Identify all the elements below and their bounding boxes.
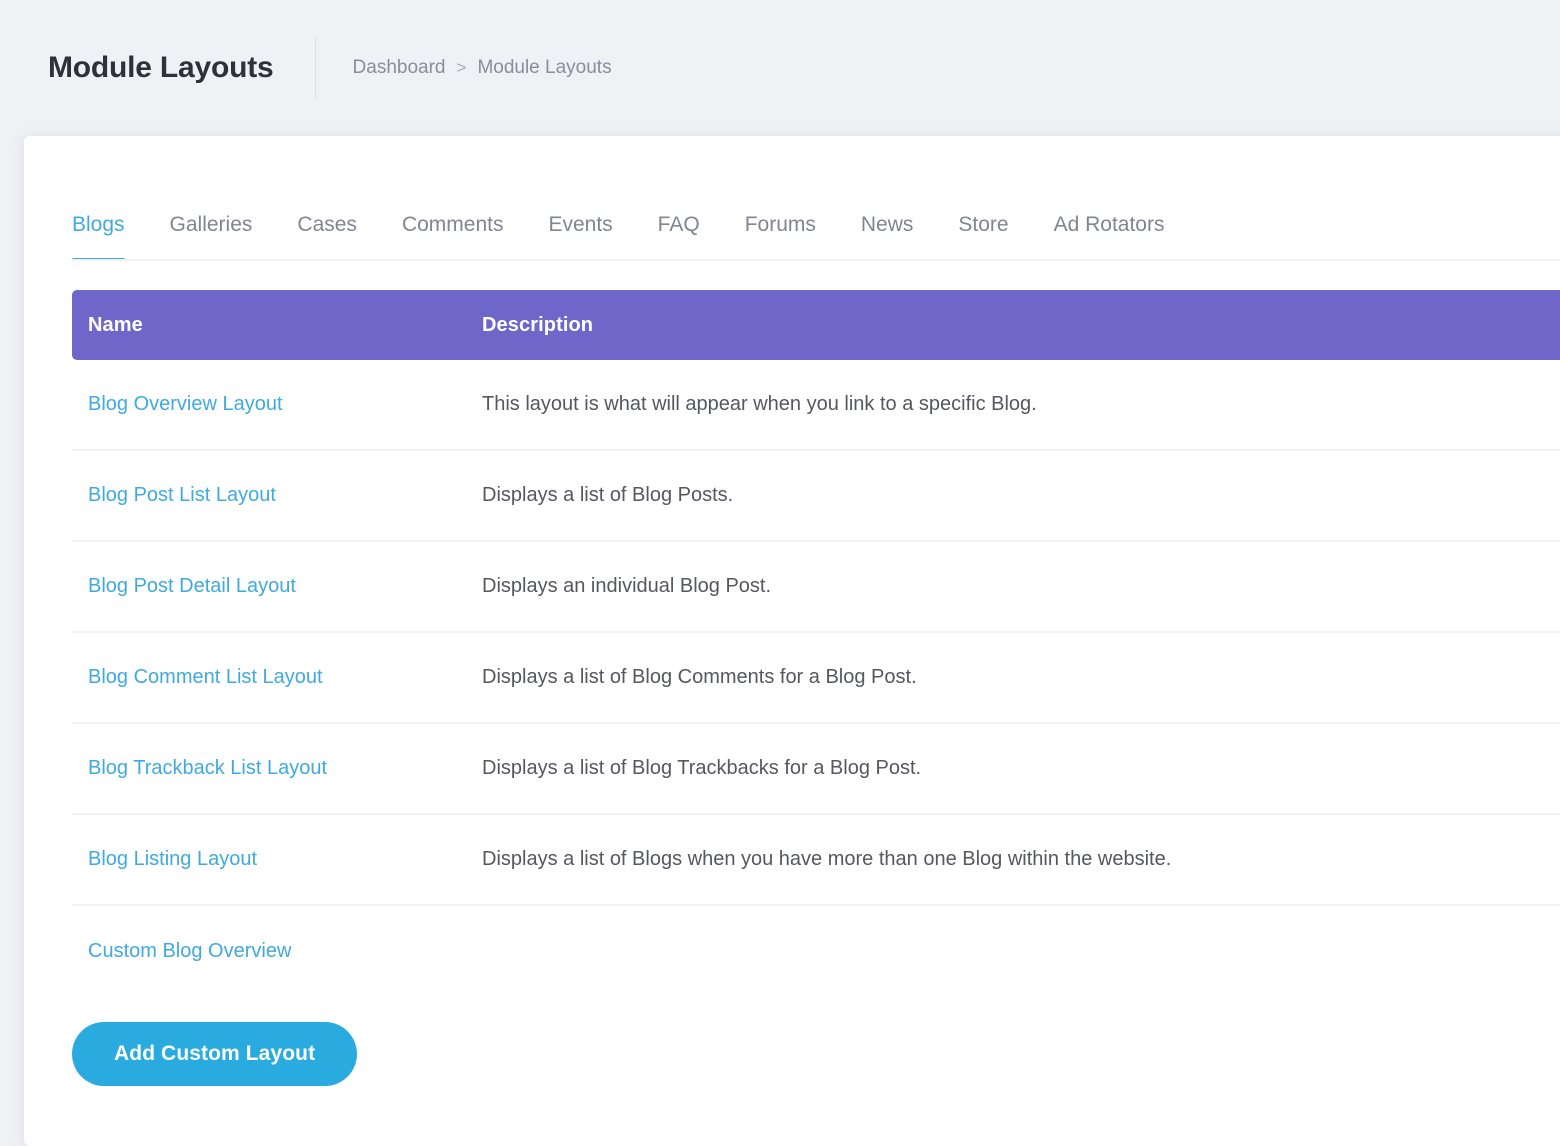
table-row: Blog Trackback List Layout Displays a li… <box>72 724 1560 815</box>
breadcrumb-item-module-layouts[interactable]: Module Layouts <box>477 57 611 79</box>
table-cell-name: Custom Blog Overview <box>72 940 482 963</box>
table-row: Blog Post Detail Layout Displays an indi… <box>72 542 1560 633</box>
column-header-description: Description <box>482 314 1560 337</box>
header-divider <box>315 38 316 98</box>
table-cell-description: Displays an individual Blog Post. <box>482 575 1560 598</box>
module-tabs: Blogs Galleries Cases Comments Events FA… <box>24 136 1560 261</box>
table-row: Blog Comment List Layout Displays a list… <box>72 633 1560 724</box>
table-cell-name: Blog Post Detail Layout <box>72 575 482 598</box>
tab-label: Events <box>548 213 612 236</box>
table-row: Blog Post List Layout Displays a list of… <box>72 451 1560 542</box>
layout-link[interactable]: Blog Trackback List Layout <box>88 757 327 779</box>
tabs-rule <box>72 259 1560 261</box>
tab-news[interactable]: News <box>861 213 914 261</box>
tab-label: Cases <box>297 213 357 236</box>
layout-link[interactable]: Blog Post Detail Layout <box>88 575 296 597</box>
tab-label: Blogs <box>72 213 125 236</box>
layout-link[interactable]: Blog Listing Layout <box>88 848 257 870</box>
page-header: Module Layouts Dashboard > Module Layout… <box>0 0 1560 136</box>
table-cell-name: Blog Comment List Layout <box>72 666 482 689</box>
tab-label: Store <box>958 213 1008 236</box>
table-cell-description: Displays a list of Blog Comments for a B… <box>482 666 1560 689</box>
tab-forums[interactable]: Forums <box>745 213 816 261</box>
table-cell-description: Displays a list of Blogs when you have m… <box>482 848 1560 871</box>
table-cell-name: Blog Post List Layout <box>72 484 482 507</box>
tab-cases[interactable]: Cases <box>297 213 357 261</box>
tab-label: Forums <box>745 213 816 236</box>
tab-label: News <box>861 213 914 236</box>
tab-events[interactable]: Events <box>548 213 612 261</box>
table-actions: Add Custom Layout <box>72 1022 1560 1086</box>
content-card: Blogs Galleries Cases Comments Events FA… <box>24 136 1560 1146</box>
table-row: Custom Blog Overview <box>72 906 1560 997</box>
table-row: Blog Overview Layout This layout is what… <box>72 360 1560 451</box>
layout-link[interactable]: Blog Overview Layout <box>88 393 283 415</box>
page-title: Module Layouts <box>48 51 274 85</box>
table-header-row: Name Description <box>72 290 1560 360</box>
column-header-name: Name <box>72 314 482 337</box>
table-cell-name: Blog Trackback List Layout <box>72 757 482 780</box>
layout-link[interactable]: Blog Comment List Layout <box>88 666 323 688</box>
tab-ad-rotators[interactable]: Ad Rotators <box>1054 213 1165 261</box>
tab-galleries[interactable]: Galleries <box>170 213 253 261</box>
tab-store[interactable]: Store <box>958 213 1008 261</box>
tab-label: Ad Rotators <box>1054 213 1165 236</box>
table-row: Blog Listing Layout Displays a list of B… <box>72 815 1560 906</box>
layout-link[interactable]: Blog Post List Layout <box>88 484 276 506</box>
tab-label: FAQ <box>658 213 700 236</box>
tab-comments[interactable]: Comments <box>402 213 504 261</box>
table-cell-name: Blog Overview Layout <box>72 393 482 416</box>
tab-label: Comments <box>402 213 504 236</box>
table-cell-description: Displays a list of Blog Trackbacks for a… <box>482 757 1560 780</box>
breadcrumb: Dashboard > Module Layouts <box>353 57 612 79</box>
breadcrumb-item-dashboard[interactable]: Dashboard <box>353 57 446 79</box>
chevron-right-icon: > <box>457 58 467 78</box>
table-cell-description: This layout is what will appear when you… <box>482 393 1560 416</box>
layouts-table: Name Description Blog Overview Layout Th… <box>72 290 1560 997</box>
tab-label: Galleries <box>170 213 253 236</box>
add-custom-layout-button[interactable]: Add Custom Layout <box>72 1022 357 1086</box>
layout-link[interactable]: Custom Blog Overview <box>88 940 291 962</box>
table-cell-name: Blog Listing Layout <box>72 848 482 871</box>
tab-faq[interactable]: FAQ <box>658 213 700 261</box>
table-cell-description: Displays a list of Blog Posts. <box>482 484 1560 507</box>
tab-blogs[interactable]: Blogs <box>72 213 125 261</box>
